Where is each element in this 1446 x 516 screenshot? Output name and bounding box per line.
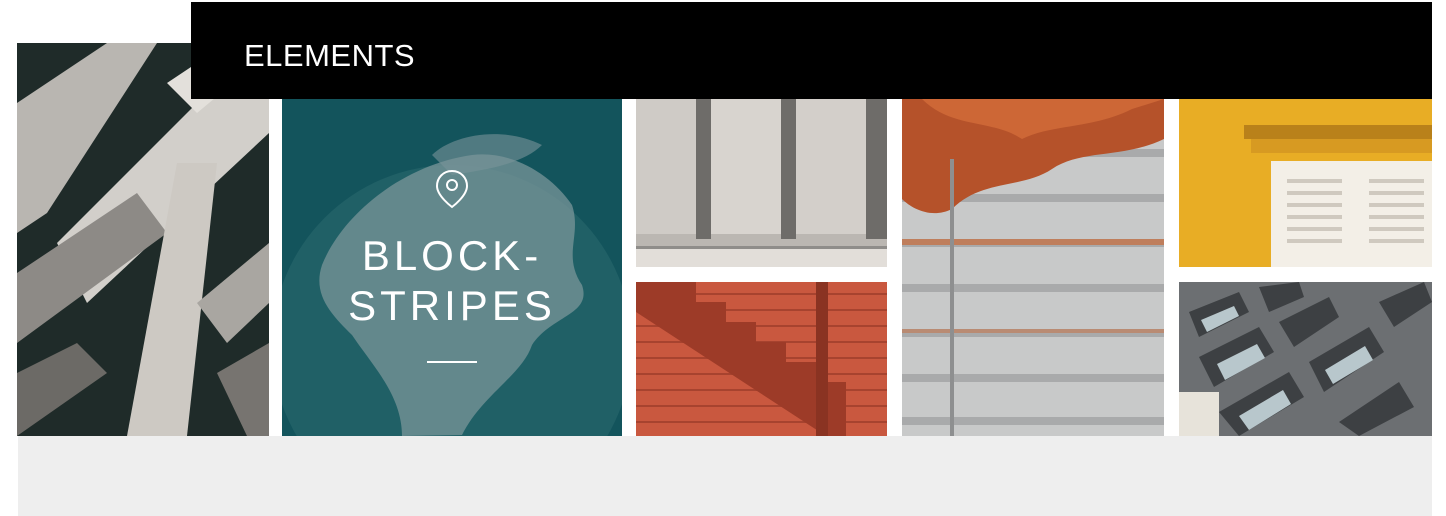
footer-band bbox=[18, 436, 1432, 516]
feature-card[interactable]: BLOCK- STRIPES bbox=[282, 95, 622, 436]
gallery-tile-orange-staircase[interactable] bbox=[636, 282, 887, 436]
classical-columns-image bbox=[636, 99, 887, 267]
feature-title-line1: BLOCK- bbox=[361, 232, 543, 279]
feature-title: BLOCK- STRIPES bbox=[282, 231, 622, 331]
map-pin-icon bbox=[435, 169, 469, 209]
gallery-tile-yellow-wall-shutters[interactable] bbox=[1179, 99, 1432, 267]
gallery-tile-concrete-beams[interactable] bbox=[17, 43, 269, 436]
autumn-leaves-fence-image bbox=[902, 99, 1164, 436]
gallery-tile-grey-building-facade[interactable] bbox=[1179, 282, 1432, 436]
orange-staircase-image bbox=[636, 282, 887, 436]
gallery-tile-classical-columns[interactable] bbox=[636, 99, 887, 267]
header-bar: ELEMENTS bbox=[191, 2, 1432, 99]
gallery-tile-autumn-leaves-fence[interactable] bbox=[902, 99, 1164, 436]
feature-divider bbox=[427, 361, 477, 363]
grey-building-facade-image bbox=[1179, 282, 1432, 436]
feature-title-line2: STRIPES bbox=[348, 282, 556, 329]
yellow-wall-shutters-image bbox=[1179, 99, 1432, 267]
page-title: ELEMENTS bbox=[244, 38, 416, 73]
concrete-beams-image bbox=[17, 43, 269, 436]
